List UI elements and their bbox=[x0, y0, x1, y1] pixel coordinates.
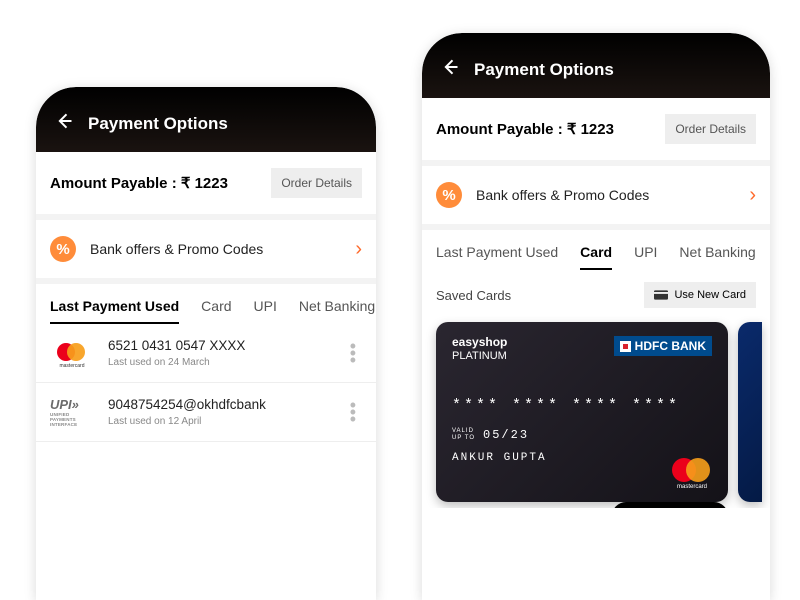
amount-payable: Amount Payable : ₹ 1223 bbox=[50, 174, 228, 192]
percent-icon: % bbox=[50, 236, 76, 262]
payment-tabs: Last Payment Used Card UPI Net Banking bbox=[36, 284, 376, 324]
tab-card[interactable]: Card bbox=[580, 244, 612, 270]
credit-card[interactable]: easyshopPLATINUM HDFC BANK **** **** ***… bbox=[436, 322, 728, 502]
promo-row[interactable]: % Bank offers & Promo Codes › bbox=[36, 220, 376, 284]
app-header: Payment Options bbox=[36, 87, 376, 152]
promo-label: Bank offers & Promo Codes bbox=[476, 187, 735, 203]
use-new-card-button[interactable]: Use New Card bbox=[644, 282, 756, 308]
payment-tabs: Last Payment Used Card UPI Net Banking bbox=[422, 230, 770, 270]
mastercard-icon: mastercard bbox=[672, 458, 712, 488]
use-this-card-button[interactable]: Use this card → bbox=[612, 502, 728, 508]
payment-title: 6521 0431 0547 XXXX bbox=[108, 338, 330, 353]
payment-meta: 9048754254@okhdfcbank Last used on 12 Ap… bbox=[108, 397, 330, 427]
amount-row: Amount Payable : ₹ 1223 Order Details bbox=[36, 152, 376, 220]
card-carousel[interactable]: easyshopPLATINUM HDFC BANK **** **** ***… bbox=[422, 316, 770, 508]
phone-screen-last-payment: Payment Options Amount Payable : ₹ 1223 … bbox=[36, 87, 376, 600]
order-details-button[interactable]: Order Details bbox=[271, 168, 362, 198]
payment-title: 9048754254@okhdfcbank bbox=[108, 397, 330, 412]
chevron-right-icon: › bbox=[749, 184, 756, 207]
upi-icon: UPI»UNIFIED PAYMENTS INTERFACE bbox=[50, 397, 94, 427]
kebab-icon[interactable]: ••• bbox=[344, 400, 362, 424]
card-brand: easyshopPLATINUM bbox=[452, 336, 507, 363]
tab-upi[interactable]: UPI bbox=[634, 244, 657, 270]
saved-cards-label: Saved Cards bbox=[436, 288, 511, 303]
back-icon[interactable] bbox=[54, 111, 74, 136]
tab-upi[interactable]: UPI bbox=[254, 298, 277, 324]
tab-card[interactable]: Card bbox=[201, 298, 231, 324]
payment-subtitle: Last used on 24 March bbox=[108, 357, 330, 368]
percent-icon: % bbox=[436, 182, 462, 208]
phone-screen-card: Payment Options Amount Payable : ₹ 1223 … bbox=[422, 33, 770, 600]
next-card-peek[interactable] bbox=[738, 322, 762, 502]
tab-net[interactable]: Net Banking bbox=[299, 298, 375, 324]
header-title: Payment Options bbox=[474, 60, 614, 80]
payment-list: mastercard 6521 0431 0547 XXXX Last used… bbox=[36, 324, 376, 442]
payment-subtitle: Last used on 12 April bbox=[108, 416, 330, 427]
tab-last-payment[interactable]: Last Payment Used bbox=[436, 244, 558, 270]
card-number: **** **** **** **** bbox=[452, 397, 712, 414]
mastercard-icon: mastercard bbox=[50, 338, 94, 368]
tab-net[interactable]: Net Banking bbox=[679, 244, 755, 270]
bank-logo: HDFC BANK bbox=[614, 336, 712, 356]
tab-last-payment[interactable]: Last Payment Used bbox=[50, 298, 179, 324]
payment-meta: 6521 0431 0547 XXXX Last used on 24 Marc… bbox=[108, 338, 330, 368]
card-valid: VALID UP TO 05/23 bbox=[452, 428, 712, 442]
list-item[interactable]: mastercard 6521 0431 0547 XXXX Last used… bbox=[36, 324, 376, 383]
back-icon[interactable] bbox=[440, 57, 460, 82]
promo-label: Bank offers & Promo Codes bbox=[90, 241, 341, 257]
kebab-icon[interactable]: ••• bbox=[344, 341, 362, 365]
saved-cards-header: Saved Cards Use New Card bbox=[422, 270, 770, 316]
use-new-card-label: Use New Card bbox=[674, 289, 746, 301]
amount-row: Amount Payable : ₹ 1223 Order Details bbox=[422, 98, 770, 166]
header-title: Payment Options bbox=[88, 114, 228, 134]
order-details-button[interactable]: Order Details bbox=[665, 114, 756, 144]
promo-row[interactable]: % Bank offers & Promo Codes › bbox=[422, 166, 770, 230]
amount-payable: Amount Payable : ₹ 1223 bbox=[436, 120, 614, 138]
hdfc-icon bbox=[620, 341, 631, 352]
app-header: Payment Options bbox=[422, 33, 770, 98]
card-icon bbox=[654, 290, 668, 300]
list-item[interactable]: UPI»UNIFIED PAYMENTS INTERFACE 904875425… bbox=[36, 383, 376, 442]
chevron-right-icon: › bbox=[355, 238, 362, 261]
credit-card-wrapper: easyshopPLATINUM HDFC BANK **** **** ***… bbox=[436, 322, 728, 502]
